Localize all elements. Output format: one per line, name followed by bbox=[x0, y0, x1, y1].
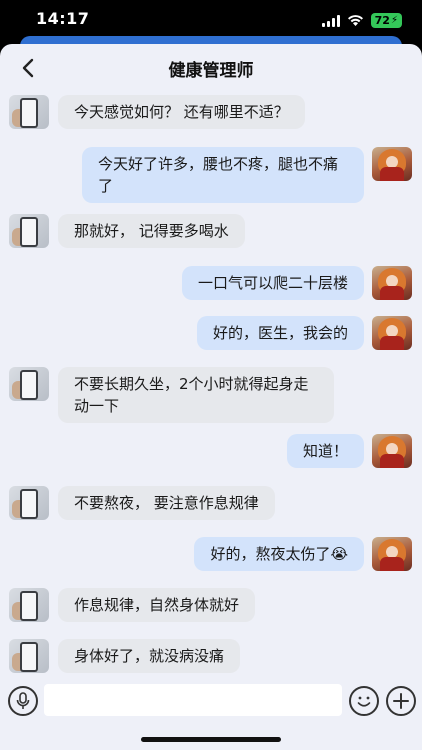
add-button[interactable] bbox=[386, 686, 416, 716]
message-bubble: 今天感觉如何？ 还有哪里不适？ bbox=[58, 95, 305, 129]
message-bubble: 作息规律，自然身体就好 bbox=[58, 588, 256, 622]
cellular-signal-icon bbox=[321, 14, 340, 27]
message-bubble: 好的，医生，我会的 bbox=[196, 316, 364, 350]
home-indicator[interactable] bbox=[141, 737, 281, 742]
user-avatar[interactable] bbox=[372, 147, 412, 181]
message-bubble: 那就好， 记得要多喝水 bbox=[58, 214, 245, 248]
chat-screen: 健康管理师 今天感觉如何？ 还有哪里不适？ 今天好了许多，腰也不疼，腿也不痛了 … bbox=[0, 44, 422, 750]
user-avatar[interactable] bbox=[372, 434, 412, 468]
message-bubble: 一口气可以爬二十层楼 bbox=[181, 266, 364, 300]
charging-bolt-icon: ⚡ bbox=[390, 15, 398, 26]
plus-icon bbox=[393, 693, 409, 709]
emoji-button[interactable] bbox=[349, 686, 379, 716]
doctor-avatar[interactable] bbox=[9, 214, 49, 248]
message-bubble: 好的，熬夜太伤了😭 bbox=[194, 537, 364, 571]
message-bubble: 身体好了，就没病没痛 bbox=[58, 639, 241, 673]
wifi-icon bbox=[347, 11, 364, 30]
status-bar: 14:17 72 ⚡ bbox=[0, 0, 422, 40]
status-icons: 72 ⚡ bbox=[321, 11, 402, 30]
message-bubble: 不要长期久坐，2个小时就得起身走动一下 bbox=[58, 367, 334, 423]
page-title: 健康管理师 bbox=[168, 60, 254, 81]
message-bubble: 今天好了许多，腰也不疼，腿也不痛了 bbox=[82, 147, 364, 203]
user-avatar[interactable] bbox=[372, 537, 412, 571]
chevron-left-icon bbox=[22, 58, 34, 78]
status-time: 14:17 bbox=[36, 9, 90, 28]
message-bubble: 知道！ bbox=[286, 434, 364, 468]
doctor-avatar[interactable] bbox=[9, 367, 49, 401]
microphone-icon bbox=[16, 692, 30, 709]
doctor-avatar[interactable] bbox=[9, 486, 49, 520]
battery-level: 72 bbox=[374, 14, 390, 27]
doctor-avatar[interactable] bbox=[9, 639, 49, 673]
back-button[interactable] bbox=[16, 56, 40, 80]
battery-indicator: 72 ⚡ bbox=[370, 13, 402, 28]
doctor-avatar[interactable] bbox=[9, 95, 49, 129]
user-avatar[interactable] bbox=[372, 266, 412, 300]
nav-bar: 健康管理师 bbox=[0, 44, 422, 92]
message-bubble: 不要熬夜， 要注意作息规律 bbox=[58, 486, 275, 520]
voice-button[interactable] bbox=[8, 686, 38, 716]
smiley-icon bbox=[357, 696, 371, 707]
user-avatar[interactable] bbox=[372, 316, 412, 350]
message-input[interactable] bbox=[44, 684, 342, 716]
doctor-avatar[interactable] bbox=[9, 588, 49, 622]
